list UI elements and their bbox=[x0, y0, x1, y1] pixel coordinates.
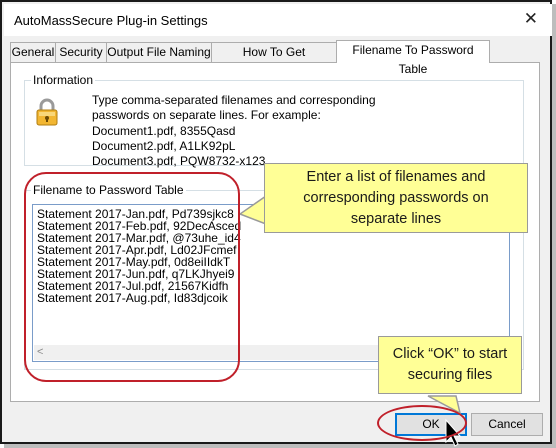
table-callout-line: Enter a list of filenames and bbox=[306, 169, 486, 185]
table-callout-line: corresponding passwords on bbox=[303, 190, 489, 206]
ok-callout: Click “OK” to start securing files bbox=[378, 336, 522, 394]
ok-highlight-ring bbox=[377, 405, 467, 441]
tab-filename-to-password-table[interactable]: Filename To Password Table bbox=[336, 40, 490, 76]
table-callout-line: separate lines bbox=[350, 211, 442, 227]
table-callout: Enter a list of filenames and correspond… bbox=[264, 163, 528, 233]
callout-pointer-table bbox=[238, 194, 267, 226]
ok-callout-line: securing files bbox=[407, 367, 493, 383]
table-highlight-ring bbox=[24, 172, 240, 382]
ok-callout-line: Click “OK” to start bbox=[392, 346, 508, 362]
